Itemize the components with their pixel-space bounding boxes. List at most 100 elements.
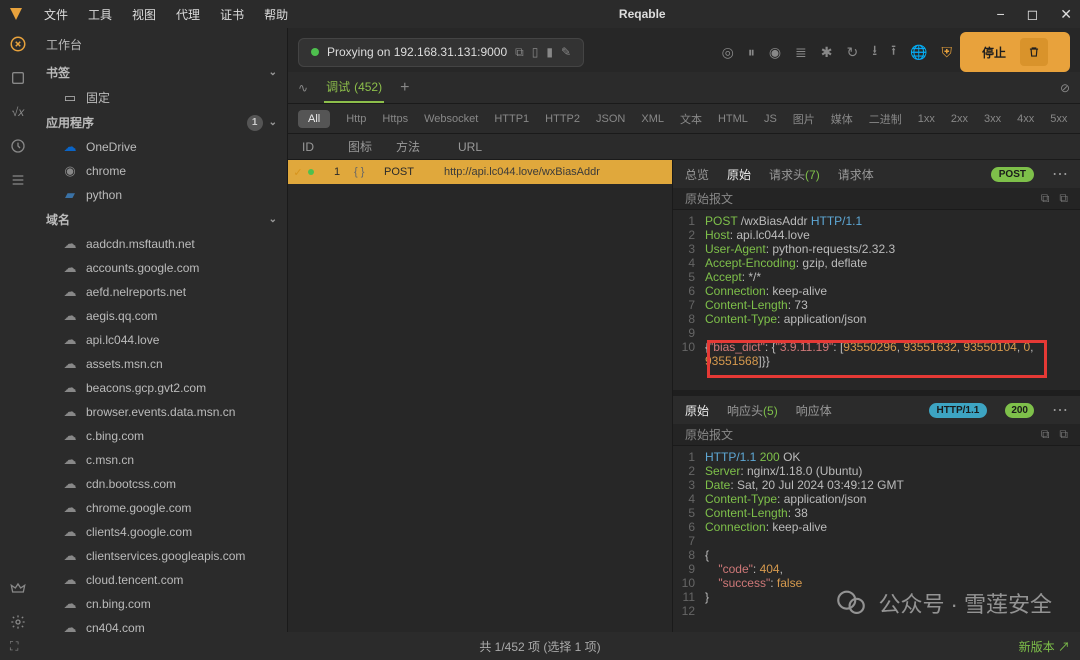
tab-raw[interactable]: 原始: [727, 166, 751, 183]
gear-icon[interactable]: [8, 612, 28, 632]
sidebar-domain[interactable]: ☁accounts.google.com: [36, 256, 287, 280]
col-method[interactable]: 方法: [396, 138, 458, 155]
copy-icon[interactable]: ⧉: [1041, 191, 1050, 206]
menu-视图[interactable]: 视图: [132, 6, 156, 23]
sidebar-domain[interactable]: ☁beacons.gcp.gvt2.com: [36, 376, 287, 400]
sidebar-domain[interactable]: ☁clientservices.googleapis.com: [36, 544, 287, 568]
sidebar-domain[interactable]: ☁cdn.bootcss.com: [36, 472, 287, 496]
sidebar-domain[interactable]: ☁cloud.tencent.com: [36, 568, 287, 592]
filter-Https[interactable]: Https: [382, 113, 408, 125]
tab-reqheaders[interactable]: 请求头(7): [769, 166, 820, 183]
filter-HTML[interactable]: HTML: [718, 113, 748, 125]
menu-帮助[interactable]: 帮助: [264, 6, 288, 23]
more-icon[interactable]: ⋯: [1052, 400, 1068, 420]
tune-icon[interactable]: [8, 170, 28, 190]
record-icon[interactable]: ◉: [769, 44, 781, 61]
filter-JS[interactable]: JS: [764, 113, 777, 125]
sidebar-domain[interactable]: ☁api.lc044.love: [36, 328, 287, 352]
sidebar-domain[interactable]: ☁aegis.qq.com: [36, 304, 287, 328]
filter-3xx[interactable]: 3xx: [984, 113, 1001, 125]
sidebar-domain[interactable]: ☁aadcdn.msftauth.net: [36, 232, 287, 256]
fullscreen-icon[interactable]: ⛶: [10, 639, 18, 654]
tab-overview[interactable]: 总览: [685, 166, 709, 183]
pause-icon[interactable]: ⏸: [748, 44, 755, 61]
sidebar-domain[interactable]: ☁c.msn.cn: [36, 448, 287, 472]
filter-图片[interactable]: 图片: [793, 111, 815, 127]
tab-debug[interactable]: 调试(452): [324, 72, 384, 103]
compass-icon[interactable]: [8, 34, 28, 54]
phone-icon[interactable]: ▮: [546, 45, 553, 59]
filter-二进制[interactable]: 二进制: [869, 111, 902, 127]
domains-section[interactable]: 域名⌄: [36, 207, 287, 232]
bug-icon[interactable]: ✱: [821, 44, 833, 61]
filter-HTTP1[interactable]: HTTP1: [494, 113, 529, 125]
sidebar-domain[interactable]: ☁browser.events.data.msn.cn: [36, 400, 287, 424]
sidebar-domain[interactable]: ☁aefd.nelreports.net: [36, 280, 287, 304]
shield-icon[interactable]: ⛨: [941, 44, 952, 61]
col-icon[interactable]: 图标: [348, 138, 396, 155]
filter-HTTP2[interactable]: HTTP2: [545, 113, 580, 125]
trash-icon[interactable]: [1020, 38, 1048, 66]
maximize-icon[interactable]: ◻: [1027, 6, 1039, 23]
stop-button[interactable]: 停止: [960, 32, 1070, 72]
globe-icon[interactable]: 🌐: [910, 44, 927, 61]
sidebar-domain[interactable]: ☁clients4.google.com: [36, 520, 287, 544]
filter-文本[interactable]: 文本: [680, 111, 702, 127]
filter-All[interactable]: All: [298, 110, 330, 128]
filter-媒体[interactable]: 媒体: [831, 111, 853, 127]
menu-文件[interactable]: 文件: [44, 6, 68, 23]
sidebar-app-python[interactable]: ▰python: [36, 183, 287, 207]
sidebar-app-chrome[interactable]: ◉chrome: [36, 159, 287, 183]
refresh-icon[interactable]: ↻: [847, 44, 859, 61]
sidebar-pinned[interactable]: ▭固定: [36, 85, 287, 110]
sidebar-domain[interactable]: ☁cn404.com: [36, 616, 287, 632]
minimize-icon[interactable]: −: [996, 6, 1004, 23]
filter-5xx[interactable]: 5xx: [1050, 113, 1067, 125]
col-id[interactable]: ID: [302, 140, 348, 154]
filter-2xx[interactable]: 2xx: [951, 113, 968, 125]
add-tab-button[interactable]: +: [400, 79, 409, 97]
edit-icon[interactable]: ✎: [561, 45, 571, 59]
tab-reqbody[interactable]: 请求体: [838, 166, 874, 183]
apps-section[interactable]: 应用程序1⌄: [36, 110, 287, 135]
tab-resp-body[interactable]: 响应体: [796, 402, 832, 419]
filter-XML[interactable]: XML: [641, 113, 664, 125]
proxy-status[interactable]: Proxying on 192.168.31.131:9000 ⧉ ▯ ▮ ✎: [298, 38, 584, 67]
copy-icon[interactable]: ⧉: [515, 45, 524, 60]
more-icon[interactable]: ⋯: [1052, 164, 1068, 184]
crown-icon[interactable]: [8, 578, 28, 598]
filter-4xx[interactable]: 4xx: [1017, 113, 1034, 125]
sidebar-domain[interactable]: ☁assets.msn.cn: [36, 352, 287, 376]
expand-icon[interactable]: ⧉: [1059, 191, 1068, 206]
menu-代理[interactable]: 代理: [176, 6, 200, 23]
menu-证书[interactable]: 证书: [220, 6, 244, 23]
tab-resp-raw[interactable]: 原始: [685, 402, 709, 419]
close-icon[interactable]: ✕: [1060, 6, 1072, 23]
bookmarks-section[interactable]: 书签⌄: [36, 60, 287, 85]
filter-Websocket[interactable]: Websocket: [424, 113, 478, 125]
sidebar-app-OneDrive[interactable]: ☁OneDrive: [36, 135, 287, 159]
tab-resp-headers[interactable]: 响应头(5): [727, 402, 778, 419]
filter-Http[interactable]: Http: [346, 113, 366, 125]
sidebar-domain[interactable]: ☁c.bing.com: [36, 424, 287, 448]
list-icon[interactable]: ≣: [795, 44, 807, 61]
history-icon[interactable]: [8, 136, 28, 156]
formula-icon[interactable]: √x: [8, 102, 28, 122]
copy-icon[interactable]: ⧉: [1041, 427, 1050, 442]
box-icon[interactable]: [8, 68, 28, 88]
sidebar-domain[interactable]: ☁chrome.google.com: [36, 496, 287, 520]
download-icon[interactable]: ⭳: [872, 40, 877, 64]
expand-icon[interactable]: ⧉: [1059, 427, 1068, 442]
disable-icon[interactable]: ⊘: [1060, 81, 1070, 95]
col-url[interactable]: URL: [458, 140, 1066, 154]
request-row[interactable]: ✓ 1 { } POST http://api.lc044.love/wxBia…: [288, 160, 672, 184]
device-icon[interactable]: ▯: [532, 45, 539, 59]
new-version-link[interactable]: 新版本 ↗: [1019, 638, 1070, 655]
request-raw-code[interactable]: 1POST /wxBiasAddr HTTP/1.12Host: api.lc0…: [673, 210, 1080, 390]
response-raw-code[interactable]: 1HTTP/1.1 200 OK2Server: nginx/1.18.0 (U…: [673, 446, 1080, 632]
upload-icon[interactable]: ⭱: [891, 40, 896, 64]
menu-工具[interactable]: 工具: [88, 6, 112, 23]
sidebar-domain[interactable]: ☁cn.bing.com: [36, 592, 287, 616]
filter-1xx[interactable]: 1xx: [918, 113, 935, 125]
filter-JSON[interactable]: JSON: [596, 113, 625, 125]
